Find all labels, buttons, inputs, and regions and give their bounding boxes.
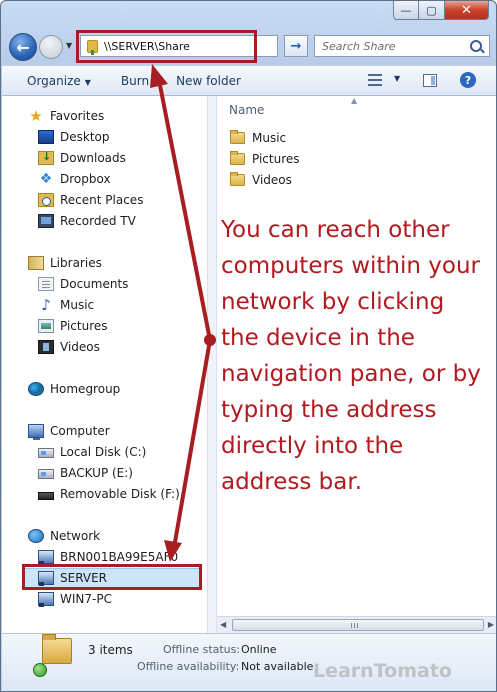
arrow-to-address-bar bbox=[157, 79, 212, 341]
arrow-to-server-item bbox=[172, 339, 212, 549]
arrowhead-up bbox=[150, 64, 168, 88]
arrowhead-down bbox=[164, 540, 182, 562]
arrow-origin-dot bbox=[204, 334, 216, 346]
callout-text: You can reach other computers within you… bbox=[221, 217, 481, 495]
watermark: LearnTomato bbox=[313, 660, 452, 682]
